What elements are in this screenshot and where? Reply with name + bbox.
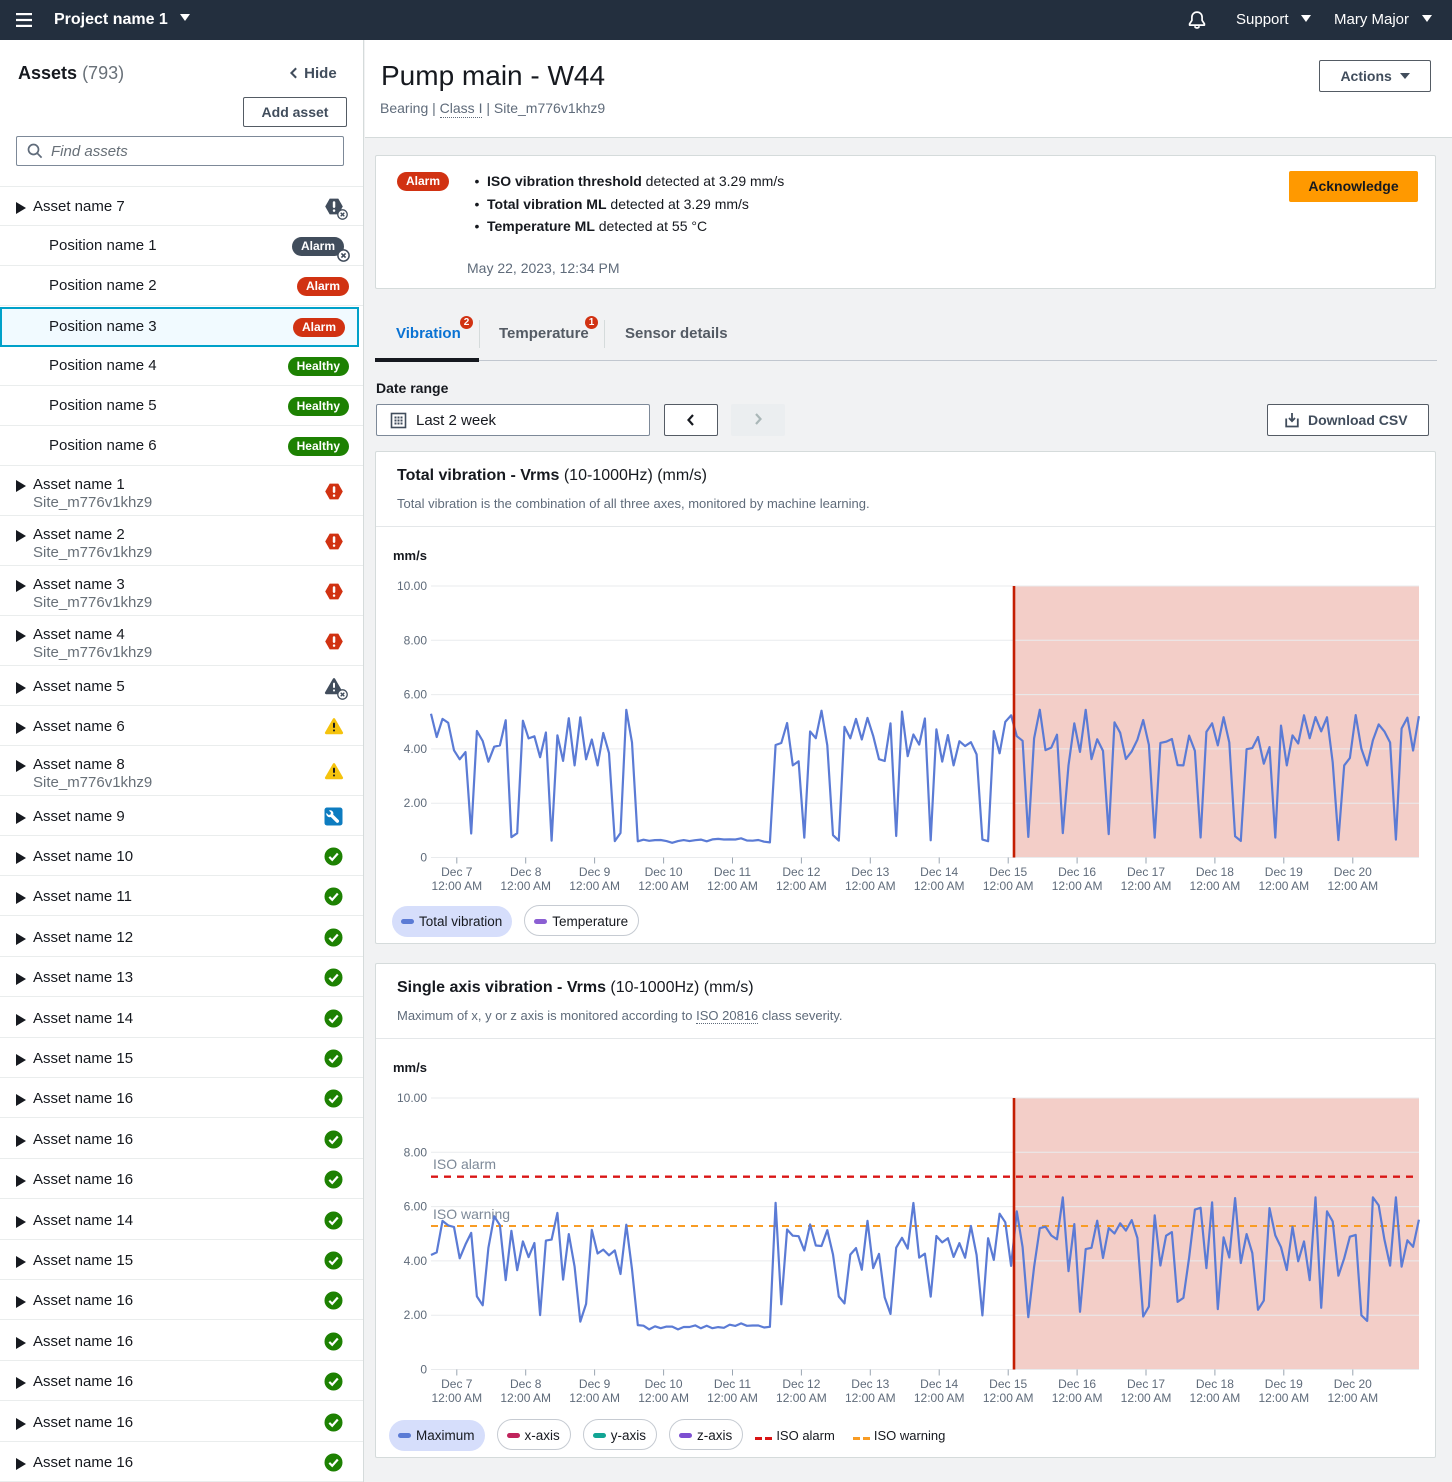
- svg-text:0: 0: [420, 851, 427, 865]
- svg-text:12:00 AM: 12:00 AM: [845, 879, 896, 893]
- svg-text:12:00 AM: 12:00 AM: [1052, 879, 1103, 893]
- svg-text:2.00: 2.00: [404, 1308, 428, 1322]
- svg-text:12:00 AM: 12:00 AM: [707, 879, 758, 893]
- svg-text:Dec 15: Dec 15: [989, 865, 1027, 879]
- svg-text:Dec 20: Dec 20: [1334, 1377, 1372, 1391]
- svg-text:12:00 AM: 12:00 AM: [1052, 1391, 1103, 1405]
- svg-text:2.00: 2.00: [404, 796, 428, 810]
- svg-text:12:00 AM: 12:00 AM: [1327, 1391, 1378, 1405]
- svg-text:12:00 AM: 12:00 AM: [914, 879, 965, 893]
- svg-text:12:00 AM: 12:00 AM: [1121, 879, 1172, 893]
- svg-text:12:00 AM: 12:00 AM: [1258, 1391, 1309, 1405]
- svg-text:Dec 10: Dec 10: [645, 1377, 683, 1391]
- svg-text:12:00 AM: 12:00 AM: [431, 879, 482, 893]
- svg-text:Dec 11: Dec 11: [714, 865, 751, 879]
- svg-text:10.00: 10.00: [397, 1091, 427, 1105]
- svg-text:Dec 12: Dec 12: [782, 865, 820, 879]
- svg-text:12:00 AM: 12:00 AM: [776, 879, 827, 893]
- svg-text:8.00: 8.00: [404, 633, 428, 647]
- svg-text:Dec 19: Dec 19: [1265, 865, 1303, 879]
- svg-text:Dec 7: Dec 7: [441, 1377, 473, 1391]
- svg-text:12:00 AM: 12:00 AM: [845, 1391, 896, 1405]
- svg-text:12:00 AM: 12:00 AM: [1258, 879, 1309, 893]
- svg-text:Dec 16: Dec 16: [1058, 1377, 1096, 1391]
- svg-text:Dec 17: Dec 17: [1127, 865, 1165, 879]
- svg-text:10.00: 10.00: [397, 579, 427, 593]
- svg-text:12:00 AM: 12:00 AM: [1327, 879, 1378, 893]
- svg-text:Dec 13: Dec 13: [851, 865, 889, 879]
- svg-text:12:00 AM: 12:00 AM: [983, 879, 1034, 893]
- svg-text:12:00 AM: 12:00 AM: [707, 1391, 758, 1405]
- svg-text:Dec 8: Dec 8: [510, 1377, 542, 1391]
- svg-text:Dec 13: Dec 13: [851, 1377, 889, 1391]
- svg-text:0: 0: [420, 1363, 427, 1377]
- svg-text:Dec 12: Dec 12: [782, 1377, 820, 1391]
- svg-text:Dec 18: Dec 18: [1196, 865, 1234, 879]
- svg-text:Dec 14: Dec 14: [920, 865, 958, 879]
- svg-text:8.00: 8.00: [404, 1145, 428, 1159]
- svg-text:12:00 AM: 12:00 AM: [569, 879, 620, 893]
- svg-text:Dec 10: Dec 10: [645, 865, 683, 879]
- svg-text:4.00: 4.00: [404, 742, 428, 756]
- svg-text:Dec 15: Dec 15: [989, 1377, 1027, 1391]
- svg-text:12:00 AM: 12:00 AM: [1190, 1391, 1241, 1405]
- svg-text:Dec 9: Dec 9: [579, 1377, 611, 1391]
- svg-text:Dec 20: Dec 20: [1334, 865, 1372, 879]
- svg-text:12:00 AM: 12:00 AM: [431, 1391, 482, 1405]
- svg-text:12:00 AM: 12:00 AM: [500, 1391, 551, 1405]
- svg-text:Dec 14: Dec 14: [920, 1377, 958, 1391]
- svg-text:12:00 AM: 12:00 AM: [776, 1391, 827, 1405]
- svg-text:ISO alarm: ISO alarm: [433, 1156, 496, 1172]
- svg-text:Dec 17: Dec 17: [1127, 1377, 1165, 1391]
- svg-text:12:00 AM: 12:00 AM: [500, 879, 551, 893]
- svg-text:6.00: 6.00: [404, 688, 428, 702]
- svg-text:Dec 18: Dec 18: [1196, 1377, 1234, 1391]
- svg-text:12:00 AM: 12:00 AM: [638, 1391, 689, 1405]
- svg-text:6.00: 6.00: [404, 1200, 428, 1214]
- svg-text:12:00 AM: 12:00 AM: [638, 879, 689, 893]
- svg-text:Dec 16: Dec 16: [1058, 865, 1096, 879]
- svg-text:Dec 19: Dec 19: [1265, 1377, 1303, 1391]
- svg-text:12:00 AM: 12:00 AM: [1121, 1391, 1172, 1405]
- svg-text:12:00 AM: 12:00 AM: [914, 1391, 965, 1405]
- svg-text:Dec 9: Dec 9: [579, 865, 611, 879]
- svg-text:ISO warning: ISO warning: [433, 1206, 510, 1222]
- svg-text:12:00 AM: 12:00 AM: [983, 1391, 1034, 1405]
- svg-text:Dec 8: Dec 8: [510, 865, 542, 879]
- svg-text:Dec 11: Dec 11: [714, 1377, 751, 1391]
- svg-text:12:00 AM: 12:00 AM: [1190, 879, 1241, 893]
- svg-text:12:00 AM: 12:00 AM: [569, 1391, 620, 1405]
- svg-text:Dec 7: Dec 7: [441, 865, 473, 879]
- svg-text:4.00: 4.00: [404, 1254, 428, 1268]
